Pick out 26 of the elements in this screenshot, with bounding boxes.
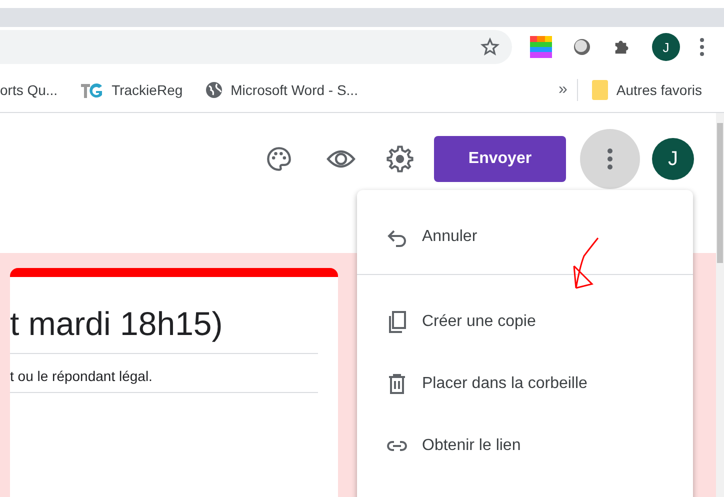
more-vert-icon [607, 148, 613, 170]
menu-icon[interactable] [700, 38, 704, 56]
color-grid-icon[interactable] [530, 36, 552, 58]
settings-icon[interactable] [386, 145, 414, 173]
account-avatar[interactable]: J [652, 138, 694, 180]
folder-icon [592, 80, 608, 100]
tg-logo-icon [80, 80, 104, 98]
circle-icon[interactable] [572, 37, 592, 57]
globe-icon [204, 80, 223, 98]
scrollbar[interactable] [716, 113, 724, 497]
bookmark-link[interactable]: Microsoft Word - S... [230, 82, 358, 98]
bookmark-link[interactable]: TrackieReg [112, 82, 183, 98]
menu-item[interactable]: Placer dans la corbeille [357, 353, 693, 415]
menu-item[interactable]: Créer une copie [357, 291, 693, 353]
bookmark-link[interactable]: orts Qu... [0, 82, 58, 98]
eye-icon[interactable] [326, 148, 356, 170]
send-button[interactable]: Envoyer [434, 136, 566, 182]
bookmark-folder[interactable]: Autres favoris [616, 82, 702, 98]
star-icon[interactable] [480, 37, 500, 57]
menu-item[interactable]: Obtenir le lien [357, 415, 693, 477]
palette-icon[interactable] [266, 146, 292, 172]
more-bookmarks-button[interactable]: » [558, 80, 568, 98]
form-description[interactable]: t ou le répondant légal. [10, 354, 318, 393]
profile-avatar[interactable]: J [652, 33, 680, 61]
menu-item[interactable]: Annuler [357, 206, 693, 268]
form-title[interactable]: t mardi 18h15) [10, 305, 318, 354]
